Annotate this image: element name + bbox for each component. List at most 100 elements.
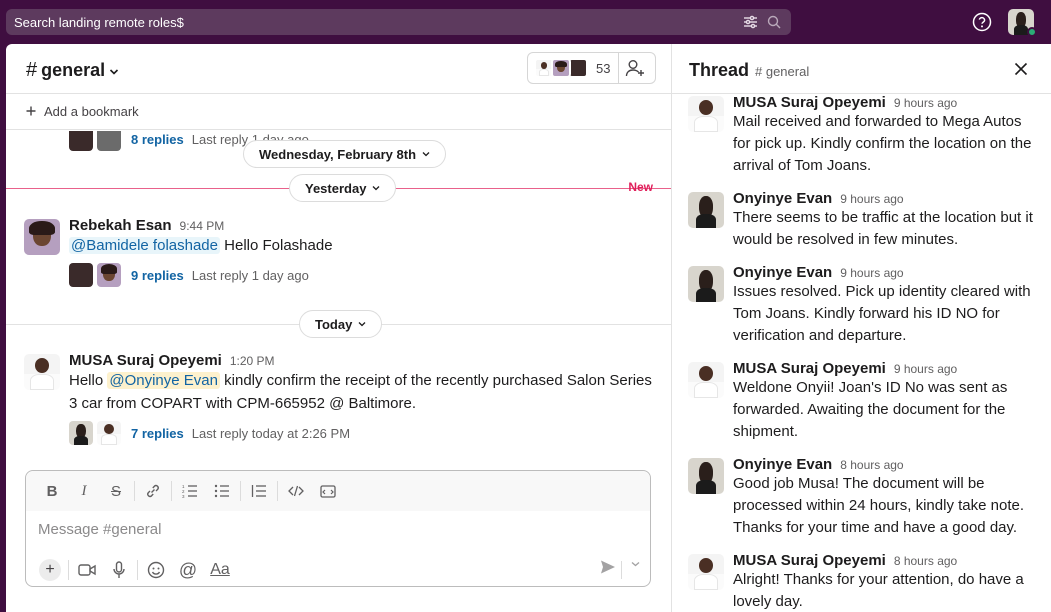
thread-header: Thread # general: [672, 44, 1051, 94]
date-pill-feb[interactable]: Wednesday, February 8th: [243, 140, 447, 168]
author-name[interactable]: MUSA Suraj Opeyemi: [733, 552, 886, 569]
code-icon[interactable]: [280, 477, 312, 505]
avatar[interactable]: [688, 266, 724, 302]
chevron-down-icon: [422, 149, 430, 159]
timestamp[interactable]: 9 hours ago: [840, 266, 903, 280]
format-icon[interactable]: Aa: [204, 556, 236, 584]
author-name[interactable]: Onyinye Evan: [733, 456, 832, 473]
add-bookmark-button[interactable]: Add a bookmark: [6, 94, 671, 130]
mention[interactable]: @Onyinye Evan: [107, 372, 220, 389]
filter-icon[interactable]: [741, 13, 759, 31]
timestamp[interactable]: 1:20 PM: [230, 354, 275, 368]
timestamp[interactable]: 9 hours ago: [894, 96, 957, 110]
divider: [621, 561, 622, 579]
reply-avatar: [69, 263, 93, 287]
bold-icon[interactable]: B: [36, 477, 68, 505]
avatar[interactable]: [24, 354, 60, 390]
message-body: Issues resolved. Pick up identity cleare…: [733, 283, 1031, 344]
message-input[interactable]: Message #general: [38, 521, 161, 538]
author-name[interactable]: MUSA Suraj Opeyemi: [733, 360, 886, 377]
thread-preview[interactable]: 9 replies Last reply 1 day ago: [69, 263, 309, 287]
thread-preview[interactable]: 7 replies Last reply today at 2:26 PM: [69, 421, 350, 446]
message-list: 8 replies Last reply 1 day ago Wednesday…: [6, 131, 671, 467]
attach-plus-icon[interactable]: +: [34, 556, 66, 584]
message: Rebekah Esan 9:44 PM @Bamidele folashade…: [24, 217, 654, 257]
search-bar[interactable]: Search landing remote roles$: [6, 9, 791, 35]
hash-icon: #: [26, 59, 38, 81]
ordered-list-icon[interactable]: 123: [174, 477, 206, 505]
message: MUSA Suraj Opeyemi 1:20 PM Hello @Onyiny…: [24, 352, 654, 415]
help-icon[interactable]: [972, 12, 992, 32]
timestamp[interactable]: 9:44 PM: [180, 219, 225, 233]
author-name[interactable]: Onyinye Evan: [733, 264, 832, 281]
presence-indicator: [1027, 27, 1037, 37]
thread-message: Onyinye Evan 8 hours ago Good job Musa! T…: [688, 456, 1040, 539]
avatar[interactable]: [688, 554, 724, 590]
blockquote-icon[interactable]: [243, 477, 275, 505]
divider: [171, 481, 172, 501]
channel-view: # general 53 Add a bookmark 8 replies La…: [6, 44, 671, 612]
channel-title-button[interactable]: # general: [26, 59, 119, 82]
message-text: Hello Folashade: [219, 237, 333, 254]
author-name[interactable]: MUSA Suraj Opeyemi: [69, 352, 222, 369]
avatar[interactable]: [688, 362, 724, 398]
thread-message: MUSA Suraj Opeyemi 8 hours ago Alright! T…: [688, 552, 1040, 612]
italic-icon[interactable]: I: [68, 477, 100, 505]
send-icon[interactable]: [600, 559, 616, 580]
avatar[interactable]: [688, 192, 724, 228]
divider: [240, 481, 241, 501]
chevron-down-icon: [358, 319, 366, 329]
member-count: 53: [596, 60, 611, 76]
avatar[interactable]: [688, 458, 724, 494]
reply-avatar: [97, 263, 121, 287]
thread-message: Onyinye Evan 9 hours ago Issues resolved.…: [688, 264, 1040, 347]
date-label: Wednesday, February 8th: [259, 146, 417, 162]
mention-icon[interactable]: @: [172, 556, 204, 584]
reply-last: Last reply 1 day ago: [191, 267, 309, 283]
reply-count[interactable]: 9 replies: [131, 268, 184, 283]
timestamp[interactable]: 8 hours ago: [894, 554, 957, 568]
search-input[interactable]: Search landing remote roles$: [14, 15, 735, 30]
date-label: Today: [315, 316, 353, 332]
date-pill-today[interactable]: Today: [299, 310, 383, 338]
thread-panel: Thread # general MUSA Suraj Opeyemi 9 hou…: [671, 44, 1051, 612]
message-body: Alright! Thanks for your attention, do h…: [733, 571, 1024, 610]
divider: [134, 481, 135, 501]
thread-message: MUSA Suraj Opeyemi 9 hours ago Weldone On…: [688, 360, 1040, 443]
timestamp[interactable]: 9 hours ago: [840, 192, 903, 206]
timestamp[interactable]: 9 hours ago: [894, 362, 957, 376]
code-block-icon[interactable]: [312, 477, 344, 505]
message-body: Weldone Onyii! Joan's ID No was sent as …: [733, 379, 1008, 440]
chevron-down-icon[interactable]: [631, 559, 640, 570]
svg-text:3: 3: [182, 494, 185, 498]
add-member-icon[interactable]: [619, 53, 651, 83]
date-pill-yesterday[interactable]: Yesterday: [289, 174, 397, 202]
mention[interactable]: @Bamidele folashade: [69, 237, 220, 254]
strike-icon[interactable]: S: [100, 477, 132, 505]
timestamp[interactable]: 8 hours ago: [840, 458, 903, 472]
new-label: New: [628, 180, 653, 194]
bullet-list-icon[interactable]: [206, 477, 238, 505]
close-icon[interactable]: [1012, 60, 1030, 78]
reply-count[interactable]: 8 replies: [131, 132, 184, 147]
thread-title: Thread: [689, 60, 750, 80]
search-icon[interactable]: [765, 13, 783, 31]
reply-avatar: [97, 131, 121, 151]
avatar[interactable]: [688, 96, 724, 132]
thread-channel[interactable]: # general: [755, 64, 809, 79]
chevron-down-icon: [109, 60, 119, 81]
link-icon[interactable]: [137, 477, 169, 505]
video-icon[interactable]: [71, 556, 103, 584]
author-name[interactable]: MUSA Suraj Opeyemi: [733, 94, 886, 111]
reply-count[interactable]: 7 replies: [131, 426, 184, 441]
members-button[interactable]: 53: [527, 52, 656, 84]
message-body: Mail received and forwarded to Mega Auto…: [733, 113, 1032, 174]
author-name[interactable]: Onyinye Evan: [733, 190, 832, 207]
mic-icon[interactable]: [103, 556, 135, 584]
avatar[interactable]: [24, 219, 60, 255]
reply-avatar: [97, 421, 121, 445]
format-toolbar: B I S 123: [26, 471, 650, 511]
channel-name: general: [41, 60, 106, 80]
emoji-icon[interactable]: [140, 556, 172, 584]
author-name[interactable]: Rebekah Esan: [69, 217, 172, 234]
